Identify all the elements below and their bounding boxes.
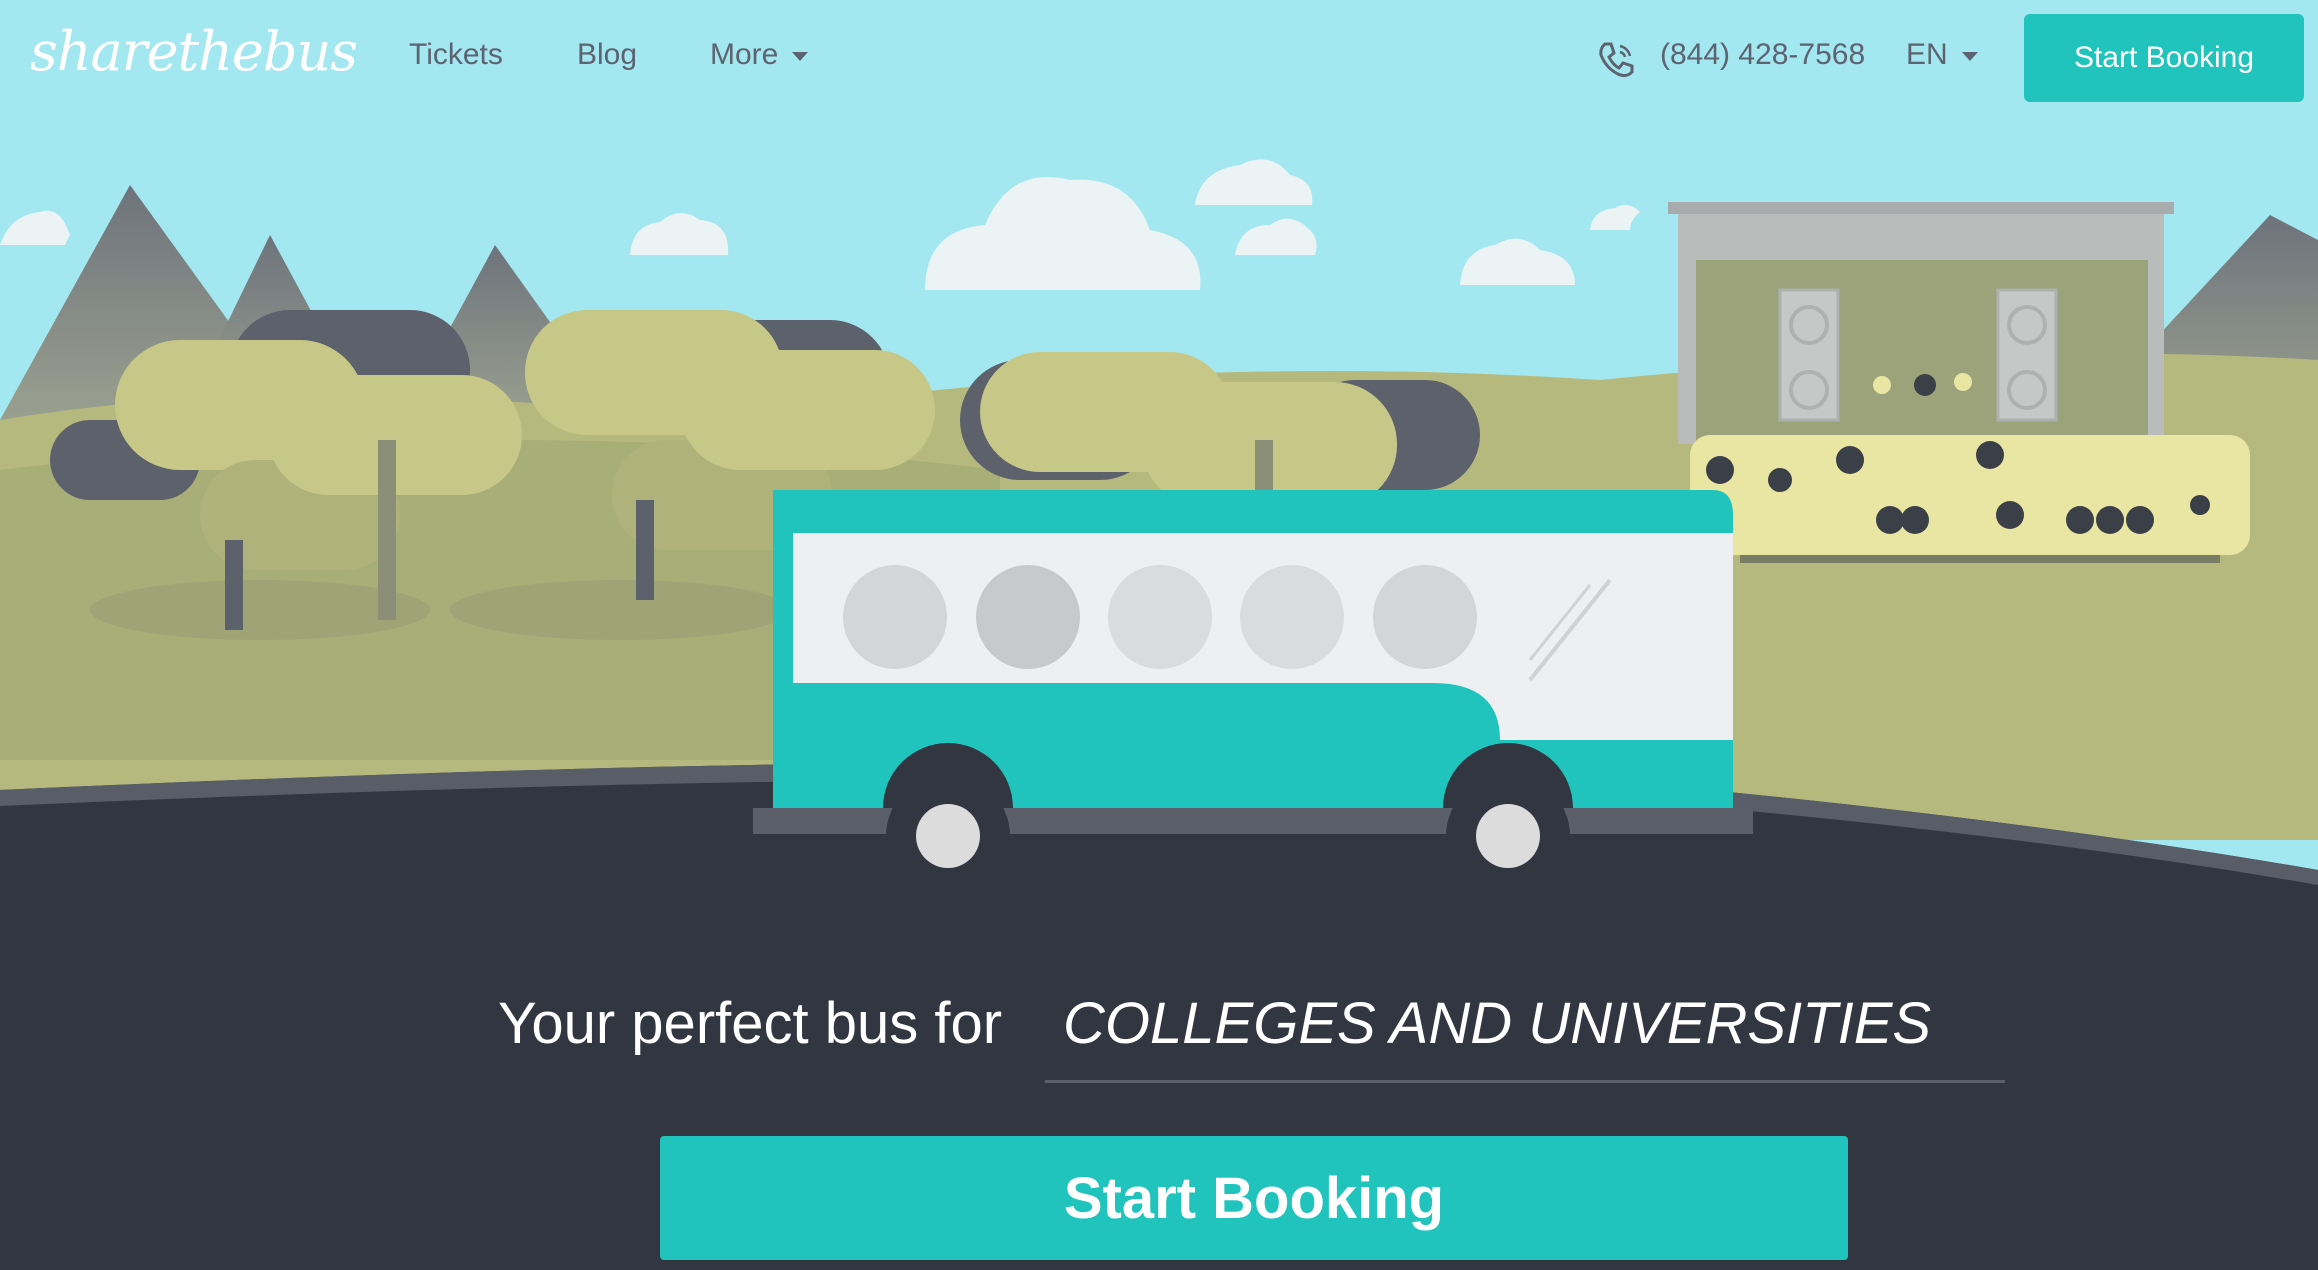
nav-link-tickets[interactable]: Tickets <box>409 38 503 72</box>
crowd <box>1690 435 2250 563</box>
nav-more-label: More <box>710 38 779 71</box>
nav-link-blog[interactable]: Blog <box>577 38 637 72</box>
language-selector[interactable]: EN <box>1906 38 1978 72</box>
hero-headline: Your perfect bus for <box>498 991 1003 1056</box>
start-booking-button[interactable]: Start Booking <box>660 1136 1848 1260</box>
chevron-down-icon <box>792 51 809 61</box>
start-booking-nav-button[interactable]: Start Booking <box>2024 14 2304 102</box>
nav-more-dropdown[interactable]: More <box>710 38 809 72</box>
concert-stage <box>1668 202 2174 444</box>
language-label: EN <box>1906 38 1948 71</box>
phone-number[interactable]: (844) 428-7568 <box>1660 38 1865 72</box>
phone-icon <box>1599 42 1634 78</box>
hero-rotating-text: COLLEGES AND UNIVERSITIES <box>1063 991 1932 1056</box>
brand-logo[interactable]: sharethebus <box>30 20 358 83</box>
top-navbar: sharethebus Tickets Blog More (844) 428-… <box>0 0 2318 118</box>
chevron-down-icon <box>1961 51 1978 61</box>
rotating-text-underline <box>1045 1080 2005 1083</box>
